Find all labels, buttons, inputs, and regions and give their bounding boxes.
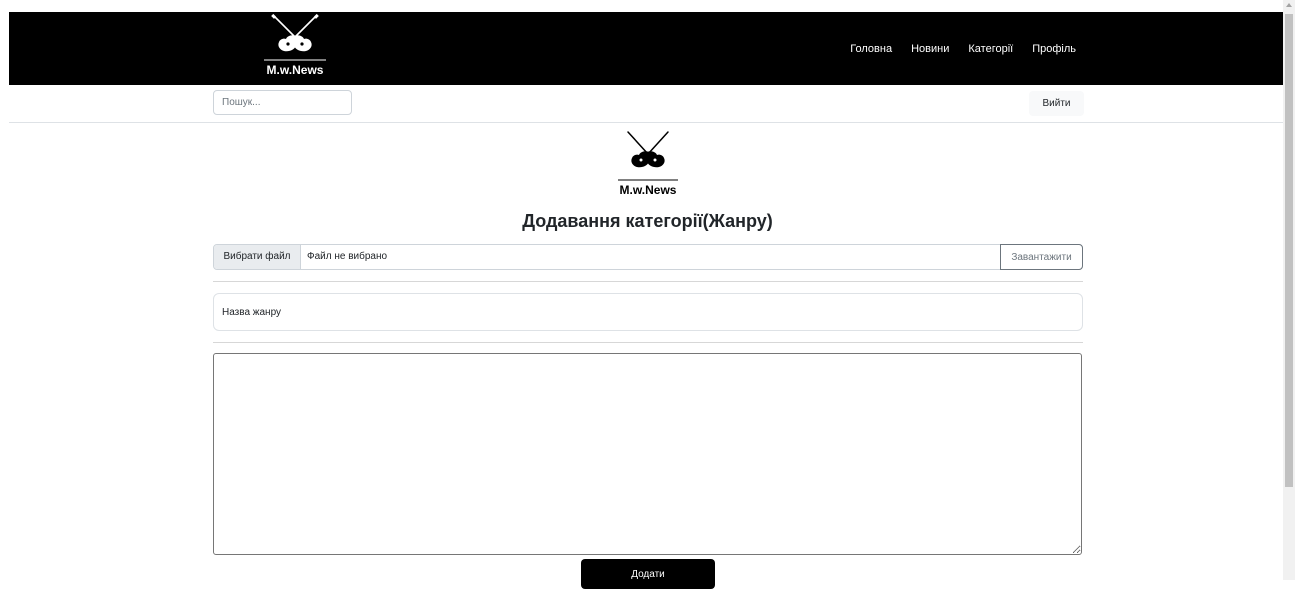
logout-button[interactable]: Вийти (1029, 91, 1084, 116)
top-navbar: M.w.News Головна Новини Категорії Профіл… (9, 12, 1283, 85)
crossed-guitars-icon: M.w.News (264, 13, 326, 77)
add-button[interactable]: Додати (581, 559, 715, 589)
brand-logo-text: M.w.News (267, 63, 324, 77)
choose-file-button[interactable]: Вибрати файл (214, 245, 301, 269)
page-logo-text: M.w.News (620, 183, 677, 197)
page-title: Додавання категорії(Жанру) (522, 211, 773, 231)
nav-link-home[interactable]: Головна (850, 43, 892, 55)
scrollbar-thumb[interactable] (1285, 14, 1293, 487)
crossed-guitars-icon: M.w.News (618, 131, 678, 197)
brand-logo[interactable]: M.w.News (252, 12, 338, 85)
vertical-scrollbar[interactable] (1283, 0, 1295, 580)
file-status-text: Файл не вибрано (307, 251, 388, 262)
page-logo: M.w.News (614, 128, 682, 200)
search-bar: Вийти (9, 85, 1283, 123)
divider (213, 342, 1083, 343)
description-textarea[interactable] (213, 353, 1082, 555)
genre-name-input[interactable] (213, 293, 1083, 331)
nav-link-categories[interactable]: Категорії (968, 43, 1013, 55)
nav-link-news[interactable]: Новини (911, 43, 949, 55)
search-input[interactable] (213, 90, 352, 115)
nav-links: Головна Новини Категорії Профіль (831, 12, 1076, 85)
nav-link-profile[interactable]: Профіль (1032, 43, 1076, 55)
upload-button[interactable]: Завантажити (1000, 244, 1083, 270)
divider (213, 281, 1083, 282)
file-upload-group: Вибрати файл Файл не вибрано Завантажити (213, 244, 1083, 270)
scroll-up-arrow-icon[interactable] (1286, 3, 1292, 7)
